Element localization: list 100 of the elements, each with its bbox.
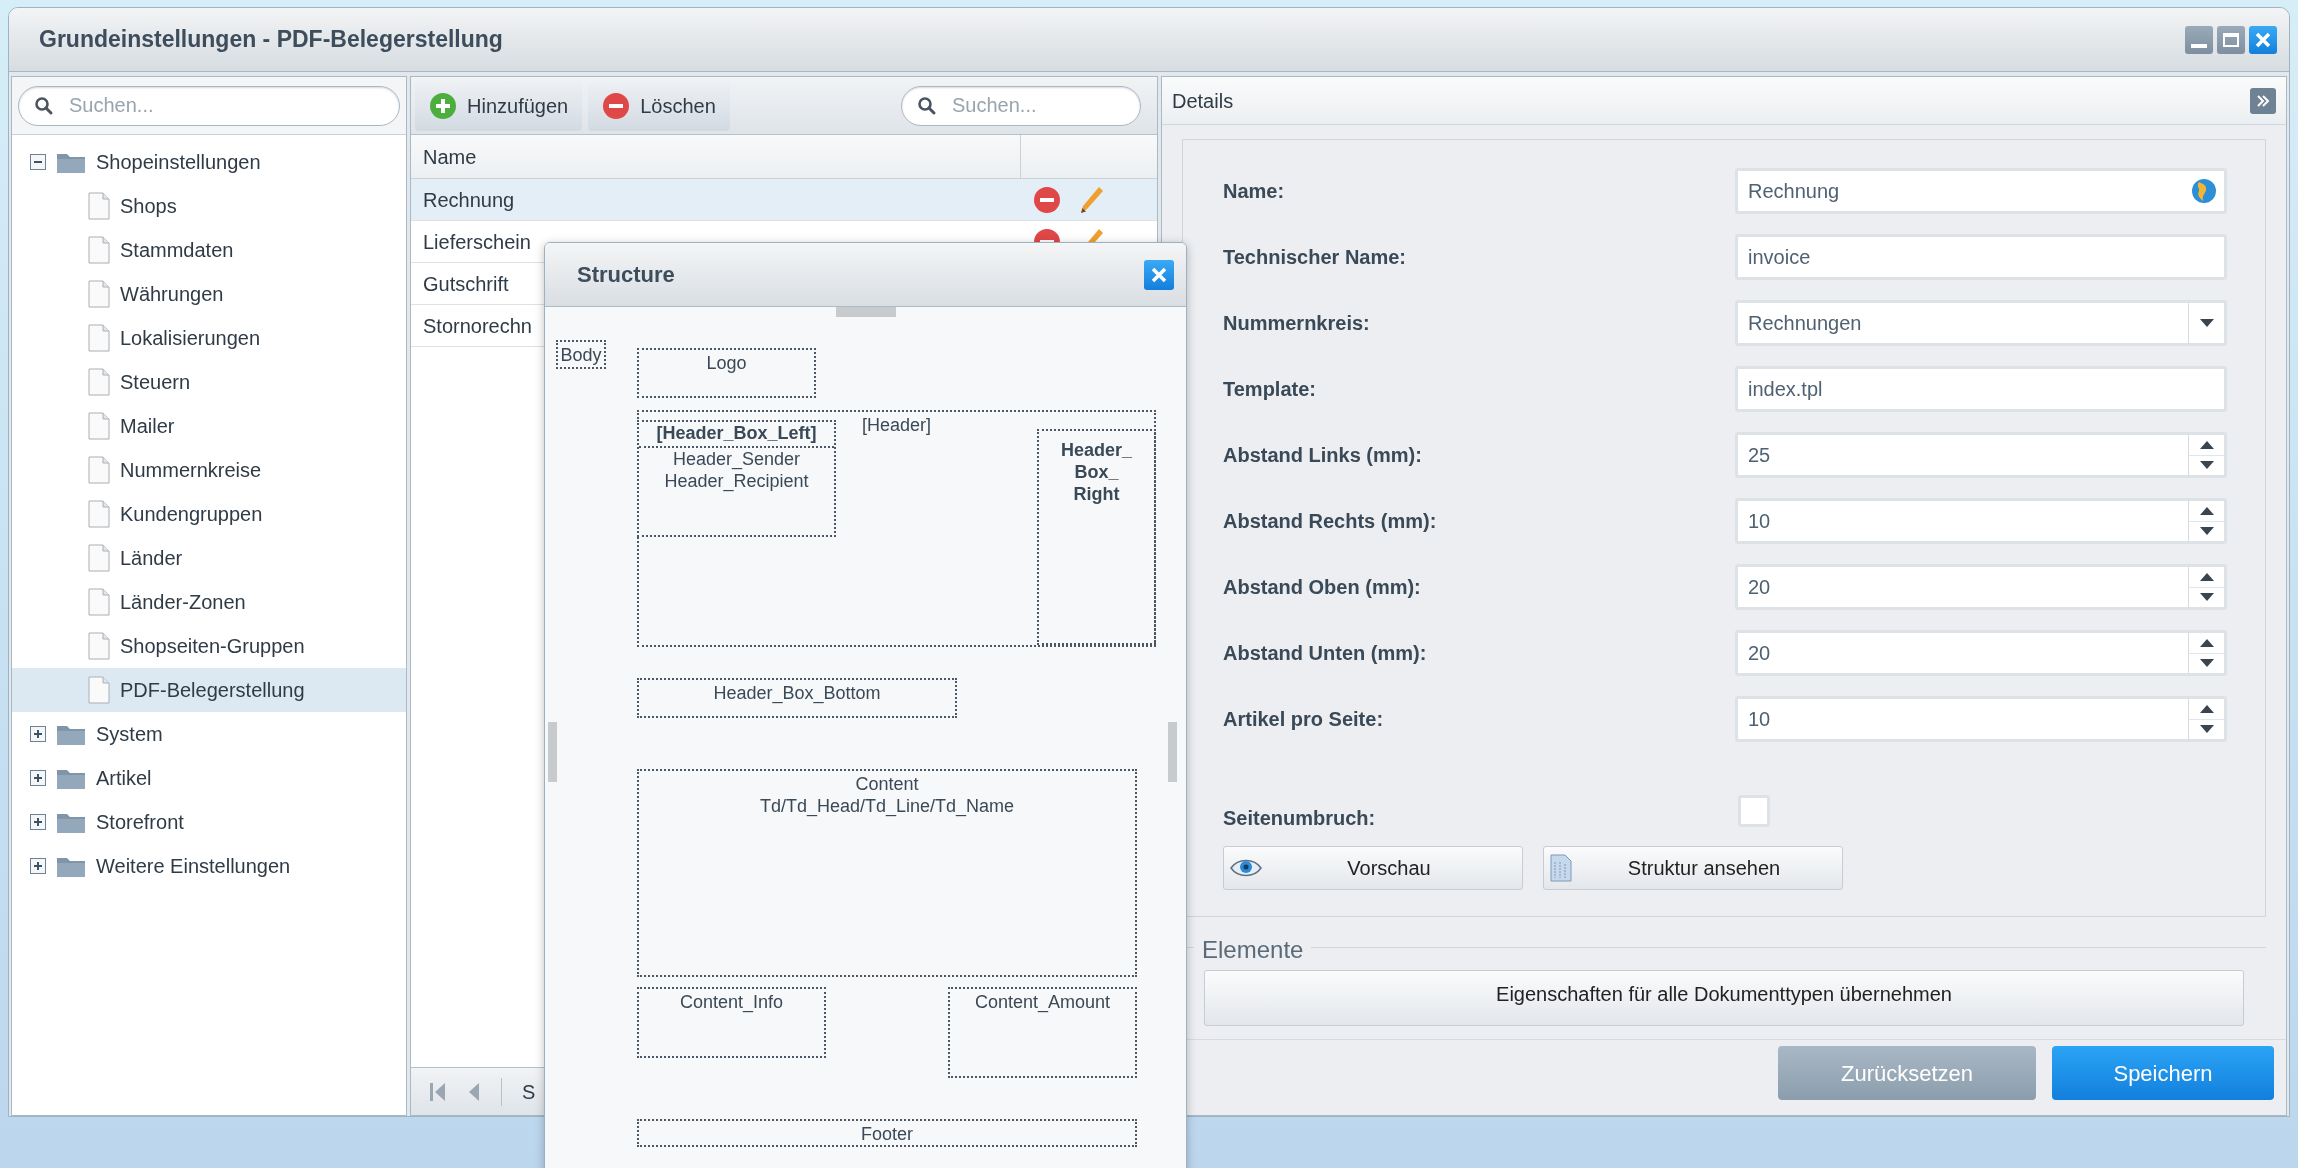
spinner-buttons[interactable]: [2188, 633, 2224, 673]
checkbox[interactable]: [1738, 795, 1770, 827]
tree-item[interactable]: Nummernkreise: [12, 448, 406, 492]
box-title: Footer: [861, 1123, 913, 1145]
down-arrow-icon[interactable]: [2199, 593, 2214, 602]
resize-handle[interactable]: [548, 722, 557, 782]
tree-item[interactable]: Shopeinstellungen: [12, 140, 406, 184]
action-button[interactable]: Struktur ansehen: [1543, 846, 1843, 890]
input-field[interactable]: index.tpl: [1735, 366, 2227, 412]
search-field[interactable]: Suchen...: [18, 85, 400, 126]
layout-box[interactable]: Header_ Box_ Right: [1037, 429, 1156, 645]
tree-item[interactable]: Kundengruppen: [12, 492, 406, 536]
spinner-buttons[interactable]: [2188, 567, 2224, 607]
page-icon: [88, 500, 110, 528]
table-row[interactable]: Rechnung: [411, 179, 1157, 221]
tree-item[interactable]: PDF-Belegerstellung: [12, 668, 406, 712]
tree-item[interactable]: Stammdaten: [12, 228, 406, 272]
up-arrow-icon[interactable]: [2199, 440, 2214, 449]
tree-label: Mailer: [120, 414, 175, 439]
field-label: Artikel pro Seite:: [1223, 707, 1385, 732]
tree-item[interactable]: Lokalisierungen: [12, 316, 406, 360]
box-title: [Header_Box_Left]: [639, 422, 834, 448]
layout-box[interactable]: Logo: [637, 348, 816, 398]
field-label: Abstand Links (mm):: [1223, 443, 1423, 468]
tree-item[interactable]: Storefront: [12, 800, 406, 844]
spinner-buttons[interactable]: [2188, 699, 2224, 739]
resize-handle[interactable]: [836, 307, 896, 317]
input-field[interactable]: 25: [1735, 432, 2227, 478]
globe-icon[interactable]: [2191, 178, 2217, 204]
expand-icon[interactable]: [30, 814, 46, 830]
tree-item[interactable]: Länder: [12, 536, 406, 580]
spinner-buttons[interactable]: [2188, 501, 2224, 541]
input-field[interactable]: 20: [1735, 564, 2227, 610]
field-label: Seitenumbruch:: [1223, 806, 1377, 831]
dropdown-arrow-icon[interactable]: [2199, 319, 2214, 327]
box-title: Content: [855, 773, 919, 795]
maximize-icon: [2223, 32, 2239, 47]
search-field[interactable]: Suchen...: [901, 85, 1141, 126]
close-button[interactable]: [2249, 25, 2277, 54]
action-button[interactable]: Vorschau: [1223, 846, 1523, 890]
up-arrow-icon[interactable]: [2199, 572, 2214, 581]
tree-label: Shopseiten-Gruppen: [120, 634, 305, 659]
close-icon: [1151, 266, 1167, 283]
field-label: Technischer Name:: [1223, 245, 1408, 270]
down-arrow-icon[interactable]: [2199, 527, 2214, 536]
box-title: Header_Box_Bottom: [713, 682, 881, 704]
down-arrow-icon[interactable]: [2199, 461, 2214, 470]
search-icon: [34, 95, 54, 116]
tree-item[interactable]: System: [12, 712, 406, 756]
page-icon: [88, 456, 110, 484]
tree-item[interactable]: Länder-Zonen: [12, 580, 406, 624]
expand-icon[interactable]: [30, 858, 46, 874]
maximize-button[interactable]: [2217, 25, 2245, 54]
box-title: [Header]: [862, 414, 931, 436]
up-arrow-icon[interactable]: [2199, 704, 2214, 713]
spinner-buttons[interactable]: [2188, 435, 2224, 475]
double-chevron-icon[interactable]: [2250, 87, 2276, 114]
input-field[interactable]: 10: [1735, 498, 2227, 544]
tree-item[interactable]: Weitere Einstellungen: [12, 844, 406, 888]
up-arrow-icon[interactable]: [2199, 638, 2214, 647]
tree-label: Nummernkreise: [120, 458, 262, 483]
collapse-icon[interactable]: [30, 154, 46, 170]
layout-box[interactable]: Header_Box_Bottom: [637, 678, 957, 718]
tree-label: Shopeinstellungen: [96, 150, 261, 175]
layout-box[interactable]: Content_Amount: [948, 987, 1137, 1078]
tree-label: Währungen: [120, 282, 224, 307]
document-icon: [1550, 854, 1572, 882]
page-icon: [88, 192, 110, 220]
page-icon: [88, 676, 110, 704]
box-title: Logo: [706, 352, 747, 374]
input-field[interactable]: 20: [1735, 630, 2227, 676]
close-icon: [2255, 31, 2271, 48]
up-arrow-icon[interactable]: [2199, 506, 2214, 515]
expand-icon[interactable]: [30, 726, 46, 742]
box-title: Content_Amount: [974, 991, 1111, 1013]
input-field[interactable]: Rechnungen: [1735, 300, 2227, 346]
input-field[interactable]: Rechnung: [1735, 168, 2227, 214]
layout-box[interactable]: [Header_Box_Left] Header_Sender Header_Recipient: [637, 420, 836, 537]
tree-item[interactable]: Shopseiten-Gruppen: [12, 624, 406, 668]
layout-box[interactable]: Content_Info: [637, 987, 826, 1058]
down-arrow-icon[interactable]: [2199, 725, 2214, 734]
tree-item[interactable]: Mailer: [12, 404, 406, 448]
resize-handle[interactable]: [1168, 722, 1177, 782]
close-button[interactable]: [1144, 259, 1174, 290]
input-field[interactable]: invoice: [1735, 234, 2227, 280]
minimize-button[interactable]: [2185, 25, 2213, 54]
tree-item[interactable]: Steuern: [12, 360, 406, 404]
expand-icon[interactable]: [30, 770, 46, 786]
down-arrow-icon[interactable]: [2199, 659, 2214, 668]
page-icon: [88, 368, 110, 396]
layout-box[interactable]: Content Td/Td_Head/Td_Line/Td_Name: [637, 769, 1137, 977]
tree-item[interactable]: Artikel: [12, 756, 406, 800]
table-cell-text: Rechnung: [423, 187, 515, 213]
layout-box[interactable]: Footer: [637, 1119, 1137, 1147]
input-field[interactable]: 10: [1735, 696, 2227, 742]
tree-item[interactable]: Währungen: [12, 272, 406, 316]
tree-item[interactable]: Shops: [12, 184, 406, 228]
apply-all-button[interactable]: Eigenschaften für alle Dokumenttypen übernehmen: [1204, 970, 2244, 1026]
tree-label: Kundengruppen: [120, 502, 263, 527]
window-title: Grundeinstellungen - PDF-Belegerstellung: [39, 25, 503, 55]
